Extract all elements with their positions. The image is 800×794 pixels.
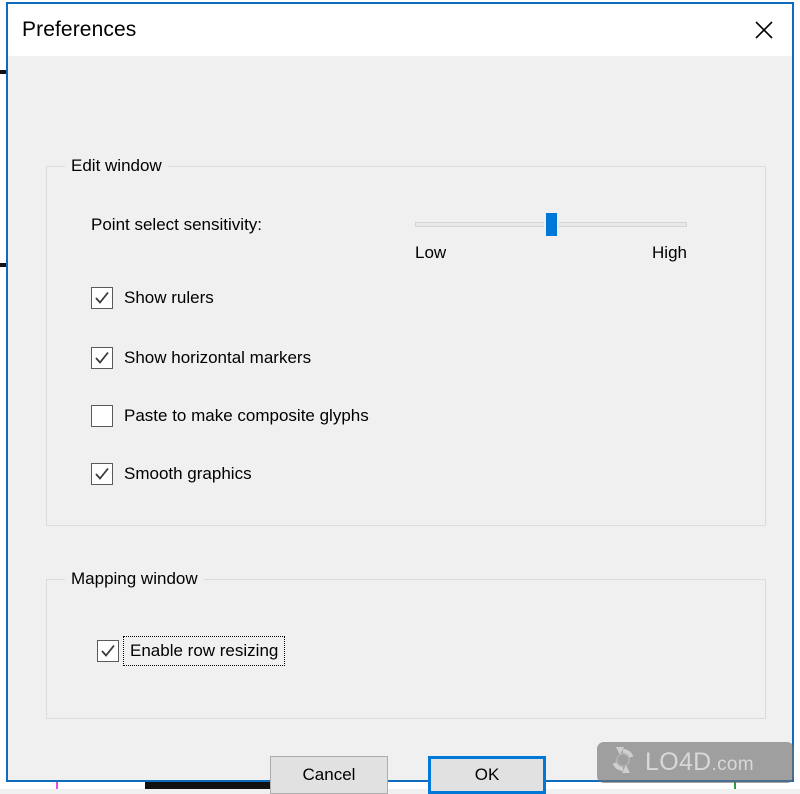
slider-high-label: High — [652, 243, 687, 262]
checkbox-paste-to-make-composite-glyphs[interactable]: Paste to make composite glyphs — [91, 405, 369, 427]
preferences-dialog: Preferences Edit window Point select sen… — [6, 2, 794, 794]
checkmark-icon — [101, 644, 115, 657]
group-edit-window-title: Edit window — [65, 156, 168, 176]
checkbox-enable-row-resizing[interactable]: Enable row resizing — [97, 636, 286, 666]
ok-button[interactable]: OK — [428, 756, 546, 794]
checkmark-icon — [95, 467, 109, 480]
checkbox-show-rulers[interactable]: Show rulers — [91, 287, 214, 309]
watermark: LO4D.com — [597, 742, 794, 783]
checkbox-box[interactable] — [91, 463, 113, 485]
group-mapping-window: Mapping window Enable row resizing — [46, 569, 766, 719]
checkbox-smooth-graphics[interactable]: Smooth graphics — [91, 463, 252, 485]
checkmark-icon — [95, 291, 109, 304]
checkbox-box[interactable] — [97, 640, 119, 662]
slider-thumb[interactable] — [544, 211, 559, 238]
watermark-suffix: .com — [711, 754, 754, 775]
refresh-arrows-icon — [607, 744, 639, 781]
dialog-body: Edit window Point select sensitivity: Lo… — [8, 56, 792, 794]
checkbox-label: Smooth graphics — [124, 464, 252, 483]
watermark-text: LO4D.com — [645, 748, 754, 777]
checkbox-label: Paste to make composite glyphs — [124, 406, 369, 425]
checkbox-box[interactable] — [91, 405, 113, 427]
slider-low-label: Low — [415, 243, 447, 262]
group-mapping-window-title: Mapping window — [65, 569, 204, 589]
checkbox-show-horizontal-markers[interactable]: Show horizontal markers — [91, 347, 311, 369]
point-select-sensitivity-slider[interactable]: Low High — [415, 211, 687, 262]
close-icon[interactable] — [736, 4, 792, 56]
background-magenta-tick — [56, 782, 58, 789]
ok-button-label: OK — [474, 765, 500, 784]
cancel-button-label: Cancel — [302, 765, 356, 784]
checkmark-icon — [95, 351, 109, 364]
dialog-title: Preferences — [22, 18, 137, 41]
checkbox-label: Show rulers — [124, 288, 214, 307]
point-select-sensitivity-label: Point select sensitivity: — [91, 215, 263, 234]
checkbox-box[interactable] — [91, 347, 113, 369]
checkbox-label: Show horizontal markers — [124, 348, 312, 367]
checkbox-box[interactable] — [91, 287, 113, 309]
dialog-titlebar[interactable]: Preferences — [8, 4, 792, 56]
cancel-button[interactable]: Cancel — [270, 756, 388, 794]
checkbox-label: Enable row resizing — [122, 636, 286, 666]
background-green-tick — [734, 782, 736, 789]
group-edit-window: Edit window Point select sensitivity: Lo… — [46, 156, 766, 526]
watermark-brand: LO4D — [645, 748, 712, 776]
